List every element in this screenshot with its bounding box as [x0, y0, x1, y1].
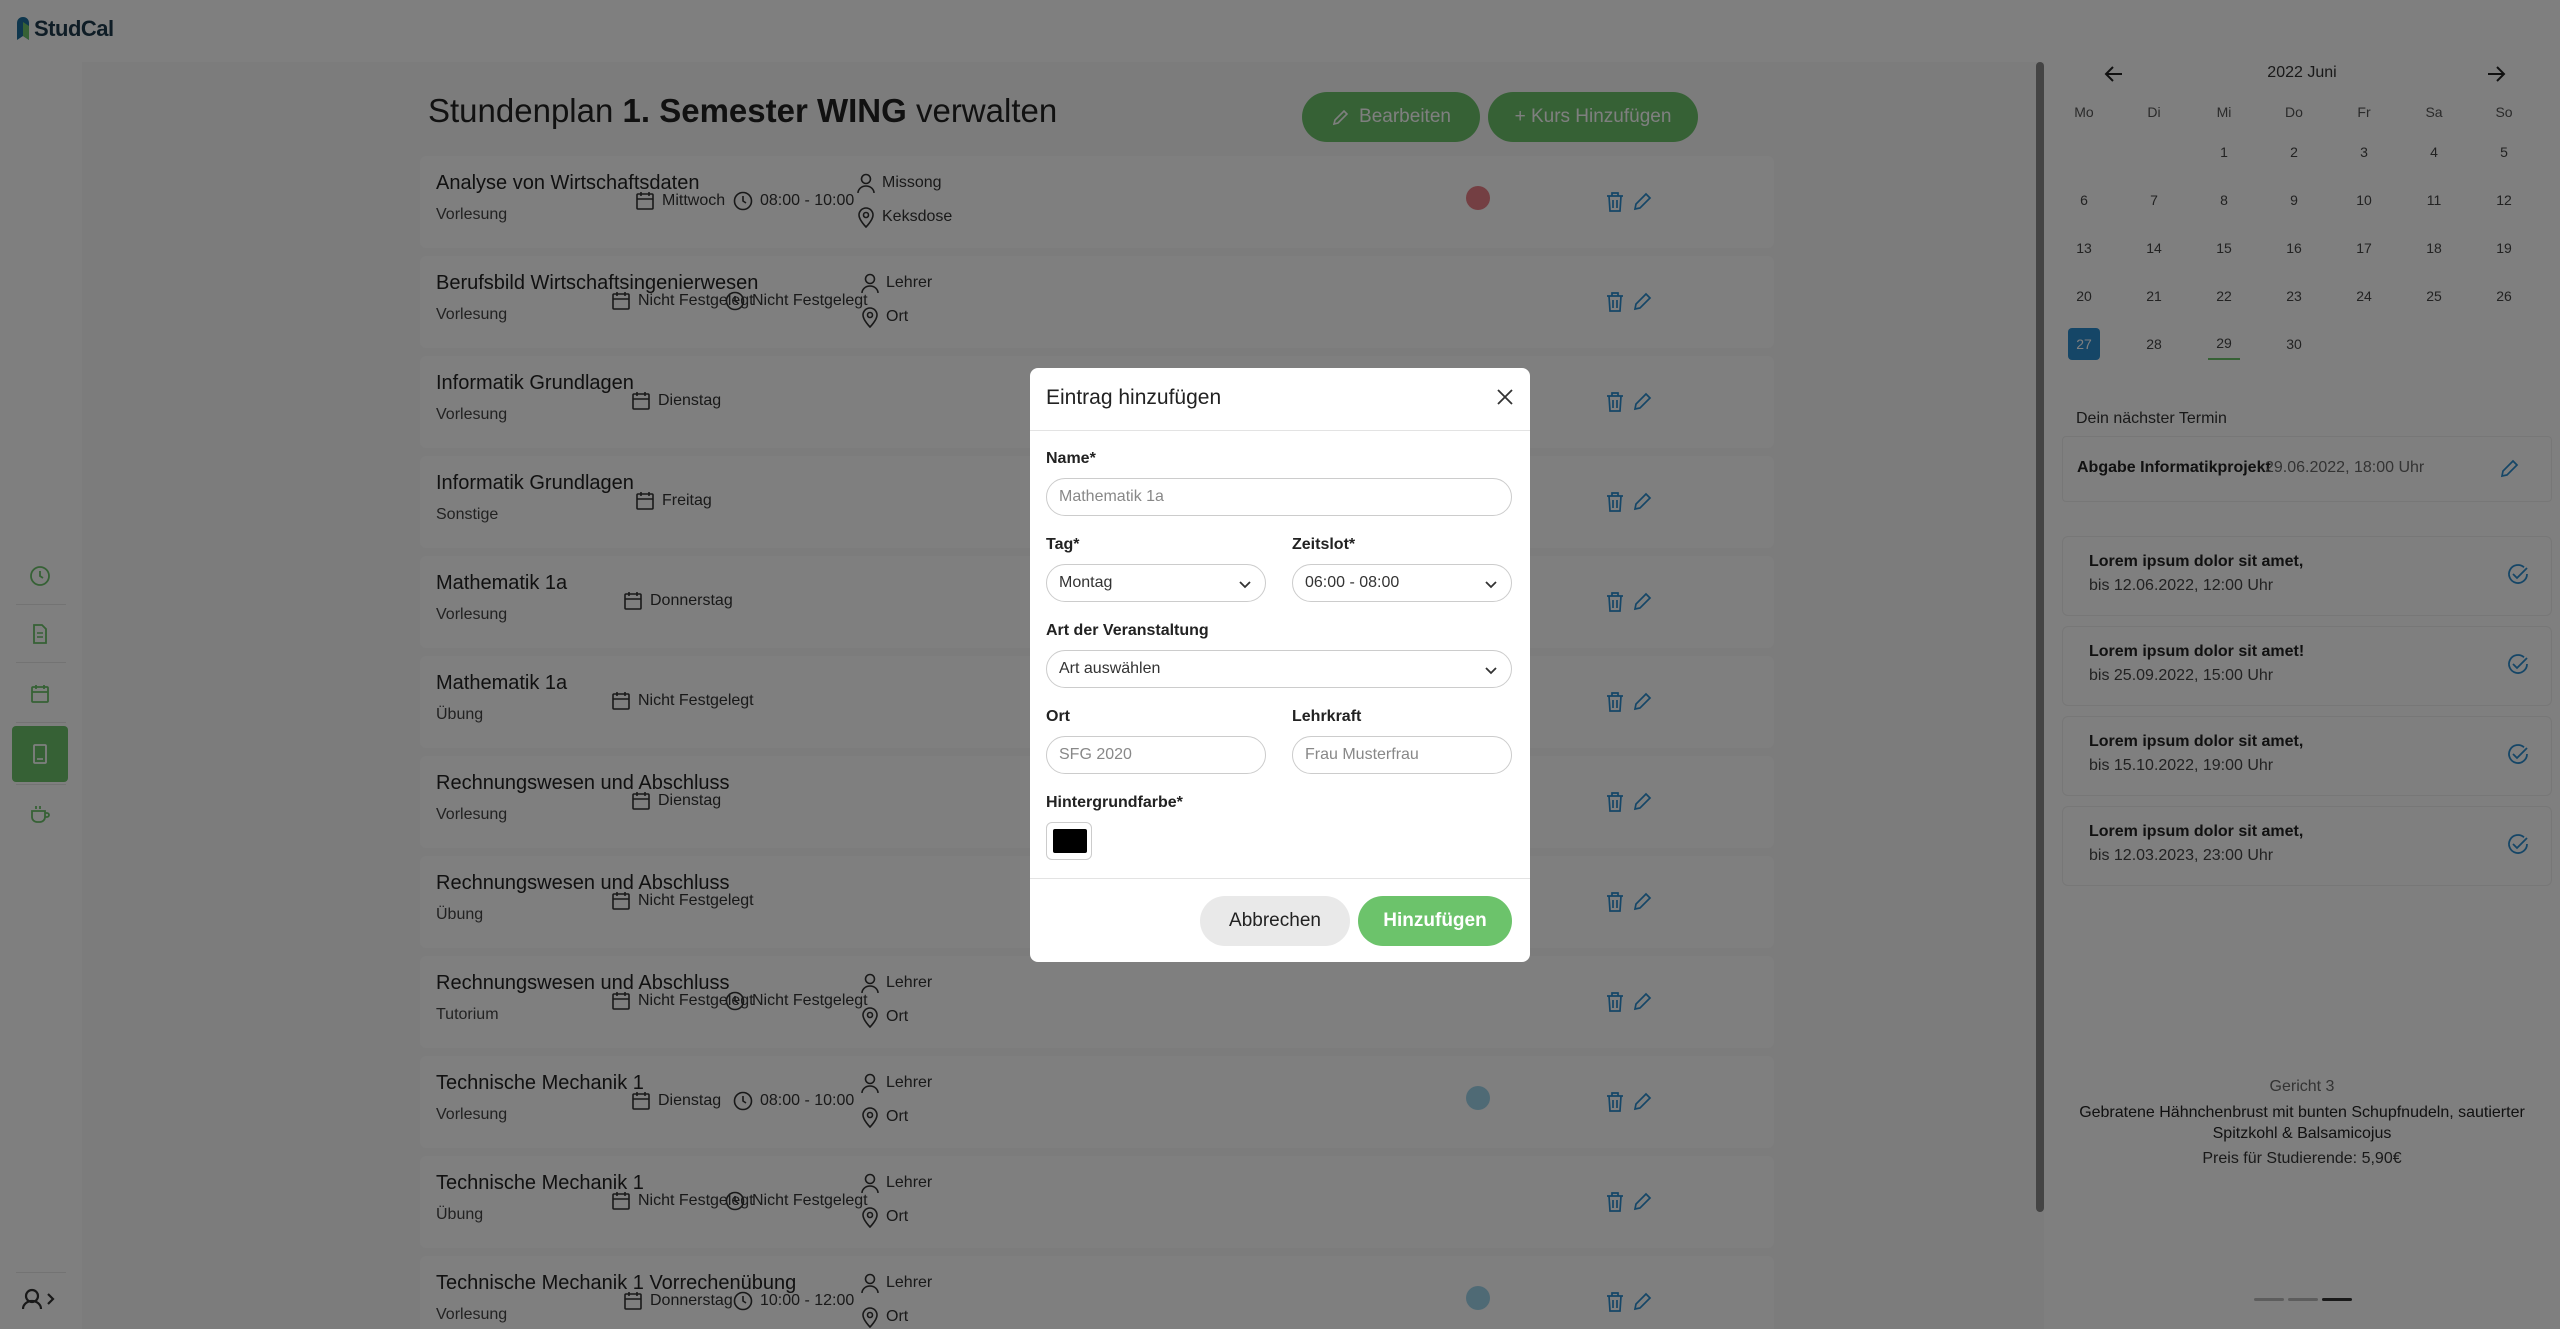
dialog-divider	[1030, 878, 1530, 879]
name-input[interactable]: Mathematik 1a	[1046, 478, 1512, 516]
color-label: Hintergrundfarbe*	[1046, 794, 1183, 811]
cancel-button[interactable]: Abbrechen	[1200, 896, 1350, 946]
chevron-down-icon	[1485, 667, 1497, 675]
event-type-select[interactable]: Art auswählen	[1046, 650, 1512, 688]
timeslot-label: Zeitslot*	[1292, 536, 1356, 553]
add-entry-dialog: Eintrag hinzufügen Name* Mathematik 1a T…	[1030, 368, 1530, 962]
chevron-down-icon	[1485, 581, 1497, 589]
day-label: Tag*	[1046, 536, 1080, 553]
day-select-value: Montag	[1059, 574, 1113, 591]
color-picker[interactable]	[1046, 822, 1092, 860]
timeslot-select-value: 06:00 - 08:00	[1305, 574, 1400, 591]
dialog-title: Eintrag hinzufügen	[1046, 386, 1222, 409]
event-type-select-value: Art auswählen	[1059, 660, 1161, 677]
place-label: Ort	[1046, 708, 1070, 725]
event-type-label: Art der Veranstaltung	[1046, 622, 1209, 639]
close-icon[interactable]	[1494, 386, 1516, 408]
name-label: Name*	[1046, 450, 1096, 467]
timeslot-select[interactable]: 06:00 - 08:00	[1292, 564, 1512, 602]
place-input[interactable]: SFG 2020	[1046, 736, 1266, 774]
teacher-label: Lehrkraft	[1292, 708, 1362, 725]
day-select[interactable]: Montag	[1046, 564, 1266, 602]
submit-button[interactable]: Hinzufügen	[1358, 896, 1512, 946]
dialog-divider	[1030, 430, 1530, 431]
chevron-down-icon	[1239, 581, 1251, 589]
color-swatch	[1053, 829, 1087, 853]
teacher-input[interactable]: Frau Musterfrau	[1292, 736, 1512, 774]
